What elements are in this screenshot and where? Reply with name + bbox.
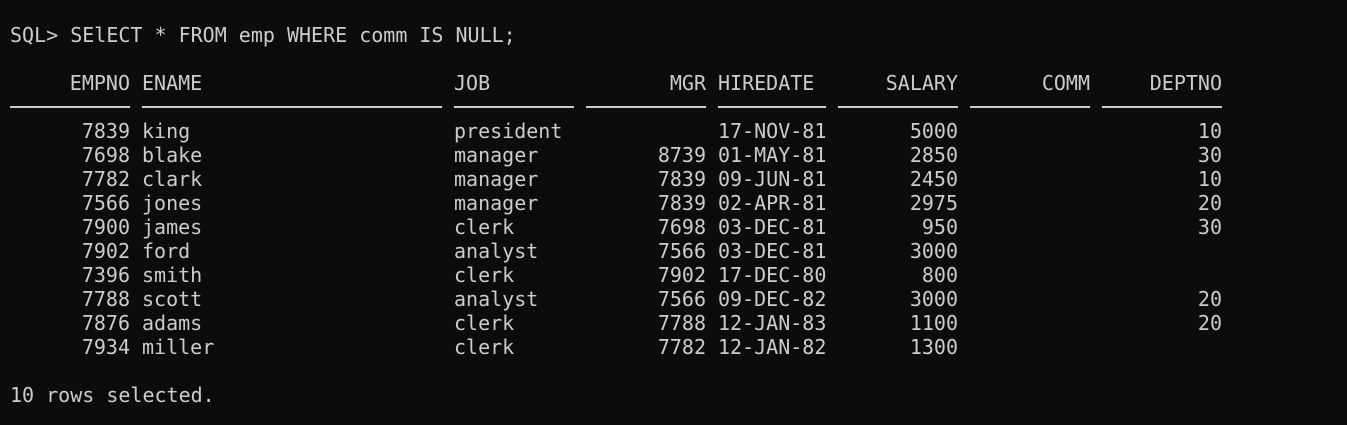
cell-salary: 1100 (909, 311, 958, 335)
cell-ename: james (142, 215, 203, 239)
table-row: 7698 blake manager 8739 01-MAY-81 2850 3… (10, 143, 1310, 167)
cell-job: clerk (454, 215, 515, 239)
cell-salary: 800 (921, 263, 958, 287)
cell-job: clerk (454, 311, 515, 335)
rows-selected-message: 10 rows selected. (10, 383, 215, 407)
separator-ename (142, 106, 442, 108)
cell-ename: smith (142, 263, 203, 287)
cell-deptno: 10 (1197, 119, 1222, 143)
table-row: 7934 miller clerk 7782 12-JAN-82 1300 (10, 335, 1310, 359)
header-hiredate: HIREDATE (718, 71, 815, 95)
cell-empno: 7902 (81, 239, 130, 263)
cell-salary: 950 (921, 215, 958, 239)
cell-hiredate: 09-JUN-81 (718, 167, 827, 191)
cell-job: manager (454, 167, 539, 191)
cell-ename: adams (142, 311, 203, 335)
table-row: 7876 adams clerk 7788 12-JAN-83 1100 20 (10, 311, 1310, 335)
table-row: 7566 jones manager 7839 02-APR-81 2975 2… (10, 191, 1310, 215)
cell-job: analyst (454, 239, 539, 263)
cell-mgr: 7839 (657, 167, 706, 191)
cell-empno: 7396 (81, 263, 130, 287)
cell-empno: 7698 (81, 143, 130, 167)
sql-prompt-line: SQL> SElECT * FROM emp WHERE comm IS NUL… (10, 23, 516, 47)
separator-job (454, 106, 574, 108)
cell-job: manager (454, 191, 539, 215)
separator-mgr (586, 106, 706, 108)
cell-hiredate: 01-MAY-81 (718, 143, 827, 167)
cell-mgr: 8739 (657, 143, 706, 167)
cell-hiredate: 03-DEC-81 (718, 215, 827, 239)
separator-empno (10, 106, 130, 108)
table-row: 7902 ford analyst 7566 03-DEC-81 3000 (10, 239, 1310, 263)
cell-empno: 7934 (81, 335, 130, 359)
cell-empno: 7839 (81, 119, 130, 143)
cell-deptno: 20 (1197, 287, 1222, 311)
cell-mgr: 7839 (657, 191, 706, 215)
cell-job: analyst (454, 287, 539, 311)
cell-job: clerk (454, 335, 515, 359)
cell-ename: scott (142, 287, 203, 311)
cell-hiredate: 12-JAN-82 (718, 335, 827, 359)
cell-hiredate: 17-DEC-80 (718, 263, 827, 287)
cell-hiredate: 17-NOV-81 (718, 119, 827, 143)
header-separator (10, 95, 1310, 119)
header-salary: SALARY (885, 71, 958, 95)
header-mgr: MGR (669, 71, 706, 95)
table-row: 7396 smith clerk 7902 17-DEC-80 800 (10, 263, 1310, 287)
separator-comm (970, 106, 1090, 108)
header-job: JOB (454, 71, 491, 95)
cell-mgr: 7902 (657, 263, 706, 287)
cell-hiredate: 02-APR-81 (718, 191, 827, 215)
table-row: 7782 clark manager 7839 09-JUN-81 2450 1… (10, 167, 1310, 191)
header-empno: EMPNO (69, 71, 130, 95)
cell-salary: 2975 (909, 191, 958, 215)
table-header-row: EMPNO ENAME JOB MGR HIREDATE SALARY COMM… (10, 71, 1310, 95)
separator-salary (838, 106, 958, 108)
cell-mgr: 7566 (657, 239, 706, 263)
separator-deptno (1102, 106, 1222, 108)
cell-empno: 7900 (81, 215, 130, 239)
header-comm: COMM (1041, 71, 1090, 95)
cell-salary: 2450 (909, 167, 958, 191)
cell-empno: 7876 (81, 311, 130, 335)
cell-deptno: 20 (1197, 311, 1222, 335)
cell-job: manager (454, 143, 539, 167)
cell-salary: 3000 (909, 287, 958, 311)
cell-ename: king (142, 119, 191, 143)
cell-empno: 7566 (81, 191, 130, 215)
cell-ename: ford (142, 239, 191, 263)
cell-ename: blake (142, 143, 203, 167)
cell-ename: clark (142, 167, 203, 191)
table-row: 7900 james clerk 7698 03-DEC-81 950 30 (10, 215, 1310, 239)
cell-deptno: 10 (1197, 167, 1222, 191)
cell-hiredate: 03-DEC-81 (718, 239, 827, 263)
table-row: 7839 king president 17-NOV-81 5000 10 (10, 119, 1310, 143)
cell-ename: jones (142, 191, 203, 215)
cell-deptno: 20 (1197, 191, 1222, 215)
cell-mgr: 7788 (657, 311, 706, 335)
cell-empno: 7782 (81, 167, 130, 191)
cell-mgr: 7698 (657, 215, 706, 239)
cell-mgr: 7782 (657, 335, 706, 359)
cell-job: clerk (454, 263, 515, 287)
cell-salary: 1300 (909, 335, 958, 359)
separator-hiredate (718, 106, 826, 108)
header-ename: ENAME (142, 71, 203, 95)
cell-mgr: 7566 (657, 287, 706, 311)
cell-deptno: 30 (1197, 143, 1222, 167)
cell-salary: 5000 (909, 119, 958, 143)
cell-salary: 3000 (909, 239, 958, 263)
cell-job: president (454, 119, 563, 143)
cell-deptno: 30 (1197, 215, 1222, 239)
cell-salary: 2850 (909, 143, 958, 167)
cell-empno: 7788 (81, 287, 130, 311)
cell-ename: miller (142, 335, 215, 359)
table-row: 7788 scott analyst 7566 09-DEC-82 3000 2… (10, 287, 1310, 311)
header-deptno: DEPTNO (1149, 71, 1222, 95)
cell-hiredate: 12-JAN-83 (718, 311, 827, 335)
terminal-window: SQL> SElECT * FROM emp WHERE comm IS NUL… (0, 0, 1347, 425)
cell-hiredate: 09-DEC-82 (718, 287, 827, 311)
